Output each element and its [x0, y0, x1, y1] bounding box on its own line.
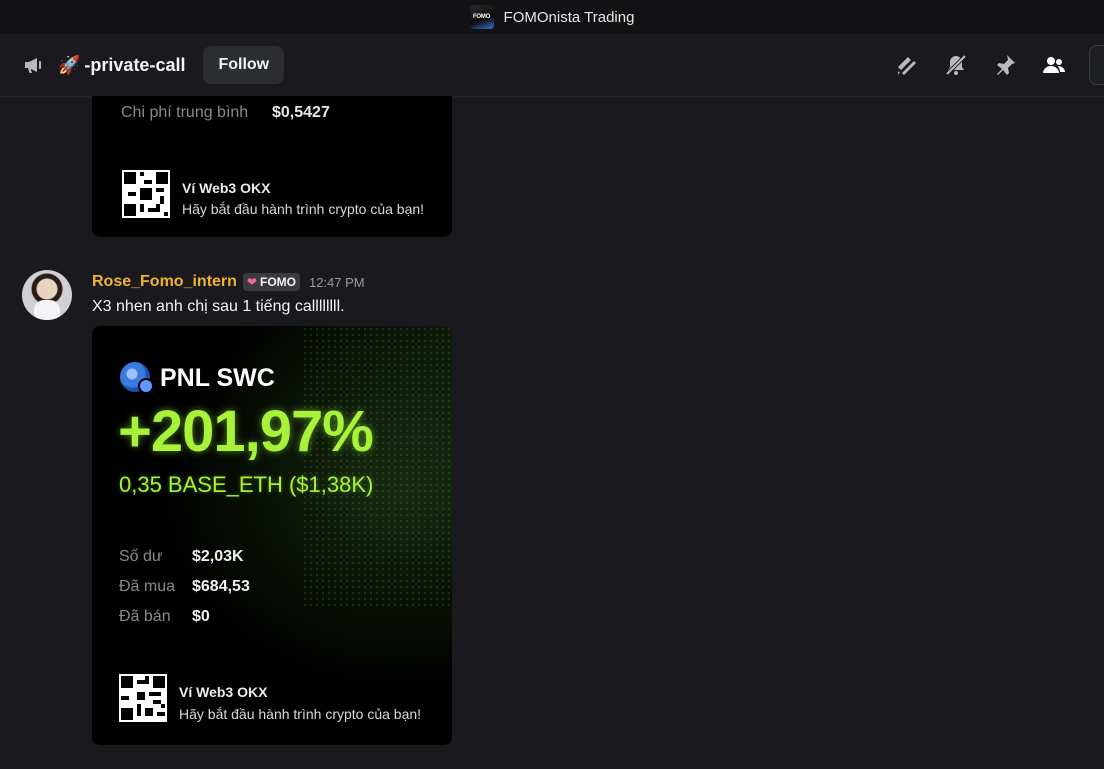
- bought-label: Đã mua: [119, 578, 176, 595]
- wallet-subtitle: Hãy bắt đầu hành trình crypto của bạn!: [179, 706, 422, 722]
- announcement-megaphone-icon: [22, 53, 46, 77]
- mute-bell-icon[interactable]: [943, 52, 969, 78]
- threads-icon[interactable]: [894, 52, 920, 78]
- pin-icon[interactable]: [992, 52, 1018, 78]
- role-tag[interactable]: ❤ FOMO: [242, 273, 300, 291]
- header-toolbar: [871, 34, 1104, 96]
- card-background-pattern: [302, 326, 452, 606]
- qr-code-icon: [122, 170, 170, 218]
- avg-cost-label: Chi phí trung bình: [121, 104, 249, 121]
- wallet-title: Ví Web3 OKX: [182, 180, 271, 196]
- rocket-emoji: 🚀: [58, 55, 81, 75]
- pnl-percent: +201,97%: [118, 399, 374, 464]
- chain-badge-icon: [138, 378, 154, 394]
- search-input[interactable]: [1089, 45, 1104, 85]
- app-logo: FOMO: [469, 5, 494, 29]
- wallet-subtitle: Hãy bắt đầu hành trình crypto của bạn!: [182, 201, 425, 217]
- window-titlebar: FOMO FOMOnista Trading: [0, 0, 1104, 34]
- channel-header: 🚀 -private-call Follow: [0, 34, 1104, 97]
- username[interactable]: Rose_Fomo_intern: [92, 273, 237, 291]
- avatar-figure: [34, 300, 60, 320]
- bought-value: $684,53: [192, 578, 250, 595]
- qr-code-icon: [119, 674, 167, 722]
- channel-name: -private-call: [84, 54, 186, 75]
- sold-value: $0: [192, 608, 210, 625]
- message-text: X3 nhen anh chị sau 1 tiếng callllllll.: [92, 298, 345, 315]
- balance-value: $2,03K: [192, 548, 244, 565]
- wallet-title: Ví Web3 OKX: [179, 684, 268, 700]
- heart-icon: ❤: [246, 275, 257, 289]
- pnl-card-image[interactable]: PNL SWC +201,97% 0,35 BASE_ETH ($1,38K) …: [92, 326, 452, 745]
- sold-label: Đã bán: [119, 608, 171, 625]
- window-title: FOMOnista Trading: [503, 8, 635, 26]
- follow-button[interactable]: Follow: [203, 46, 285, 84]
- role-tag-label: FOMO: [259, 275, 296, 289]
- balance-label: Số dư: [119, 548, 163, 565]
- message-header: Rose_Fomo_intern ❤ FOMO 12:47 PM: [92, 271, 365, 293]
- pnl-base-amount: 0,35 BASE_ETH ($1,38K): [119, 472, 374, 497]
- message-timestamp: 12:47 PM: [308, 274, 365, 290]
- members-icon[interactable]: [1041, 52, 1067, 78]
- avg-cost-value: $0,5427: [272, 104, 330, 121]
- avatar[interactable]: [22, 270, 72, 320]
- previous-pnl-card[interactable]: Chi phí trung bình $0,5427 Ví Web3 OKX H…: [92, 96, 452, 237]
- pnl-title: PNL SWC: [160, 364, 275, 392]
